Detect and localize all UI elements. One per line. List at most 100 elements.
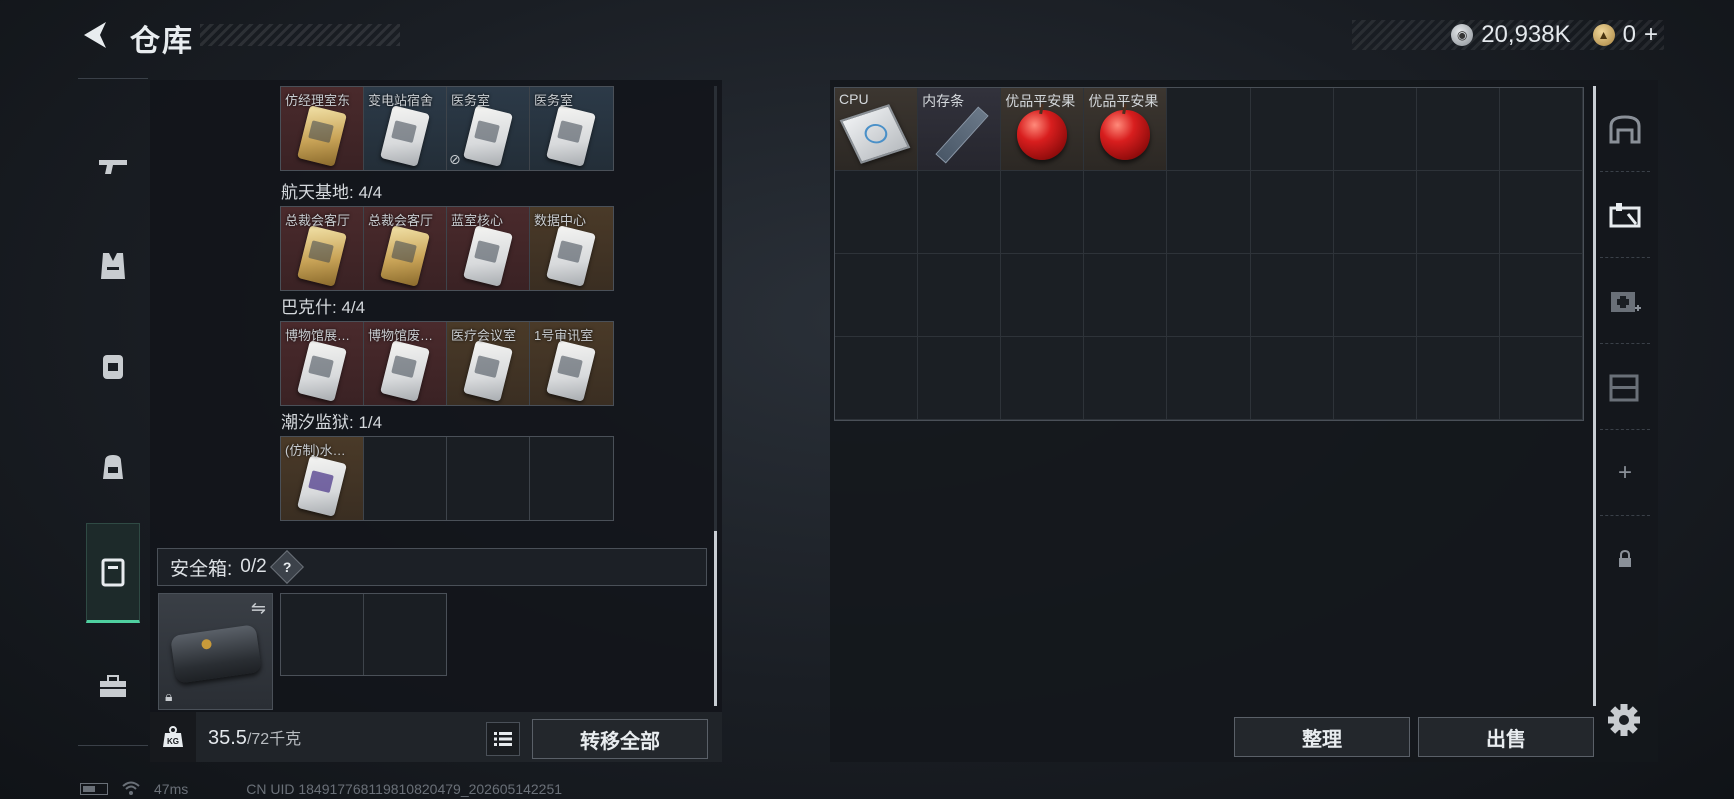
weapon-icon: [99, 160, 127, 174]
ping-value: 47ms: [154, 781, 189, 797]
empty-key-slot[interactable]: [530, 437, 613, 520]
stash-item-apple[interactable]: 优品平安果: [1001, 88, 1085, 171]
stash-scrollbar[interactable]: [1593, 86, 1596, 706]
equipment-scrollbar[interactable]: [714, 86, 717, 706]
empty-stash-cell[interactable]: [1250, 88, 1334, 171]
key-card-slot[interactable]: 医务室: [530, 87, 613, 170]
empty-stash-cell[interactable]: [1333, 254, 1417, 337]
empty-stash-cell[interactable]: [1250, 254, 1334, 337]
safe-box-cell[interactable]: [281, 594, 364, 675]
key-card-slot[interactable]: 仿经理室东: [281, 87, 364, 170]
empty-stash-cell[interactable]: [1499, 337, 1583, 420]
stash-tab-workbench[interactable]: [1600, 172, 1650, 258]
key-card-slot[interactable]: (仿制)水…: [281, 437, 364, 520]
nav-safe-box[interactable]: [86, 523, 140, 623]
empty-stash-cell[interactable]: [1416, 171, 1500, 254]
key-card-slot[interactable]: 总裁会客厅: [364, 207, 447, 290]
stash-item-cpu[interactable]: CPU: [835, 88, 919, 171]
key-card-slot[interactable]: 博物馆废…: [364, 322, 447, 405]
key-card-name: 1号审讯室: [534, 328, 594, 343]
empty-stash-cell[interactable]: [1499, 254, 1583, 337]
sell-button[interactable]: 出售: [1418, 717, 1594, 757]
stash-tab-add[interactable]: +: [1600, 430, 1650, 516]
key-card-slot[interactable]: 总裁会客厅: [281, 207, 364, 290]
empty-stash-cell[interactable]: [1333, 337, 1417, 420]
stash-item-ram[interactable]: 内存条: [918, 88, 1002, 171]
list-view-button[interactable]: [486, 722, 520, 756]
storage-shelf-icon: [1609, 374, 1639, 401]
help-button[interactable]: ?: [269, 550, 304, 584]
empty-stash-cell[interactable]: [1001, 254, 1085, 337]
safe-box-slot[interactable]: ⇋ 🔒︎: [158, 593, 273, 710]
key-card-row: 总裁会客厅 总裁会客厅 蓝室核心 数据中心: [280, 206, 614, 291]
silver-currency-value: 20,938K: [1481, 21, 1571, 48]
key-card-row: 博物馆展… 博物馆废… 医疗会议室 1号审讯室: [280, 321, 614, 406]
key-card-slot[interactable]: 蓝室核心: [447, 207, 530, 290]
key-card-icon: [546, 105, 596, 167]
empty-stash-cell[interactable]: [1416, 337, 1500, 420]
empty-stash-cell[interactable]: [1416, 88, 1500, 171]
stash-tab-nav: +: [1600, 86, 1650, 626]
empty-stash-cell[interactable]: [1001, 171, 1085, 254]
armor-vest-icon: [101, 253, 125, 279]
key-card-icon: [297, 455, 347, 517]
empty-stash-cell[interactable]: [918, 171, 1002, 254]
empty-stash-cell[interactable]: [1499, 171, 1583, 254]
workbench-icon: [1609, 202, 1641, 227]
empty-stash-cell[interactable]: [1167, 254, 1251, 337]
stash-tab-main[interactable]: [1600, 86, 1650, 172]
stash-tab-storage[interactable]: [1600, 344, 1650, 430]
empty-stash-cell[interactable]: [1084, 171, 1168, 254]
nav-chest-rig[interactable]: [86, 317, 140, 415]
settings-button[interactable]: [1606, 702, 1642, 738]
swap-icon[interactable]: ⇋: [251, 598, 266, 619]
empty-stash-cell[interactable]: [918, 254, 1002, 337]
empty-stash-cell[interactable]: [1250, 337, 1334, 420]
empty-key-slot[interactable]: [364, 437, 447, 520]
key-card-slot[interactable]: 1号审讯室: [530, 322, 613, 405]
key-card-slot[interactable]: 医务室 ⊘: [447, 87, 530, 170]
key-card-name: 总裁会客厅: [368, 213, 434, 228]
safe-box-header: 安全箱: 0/2 ?: [157, 548, 707, 586]
nav-backpack[interactable]: [86, 417, 140, 515]
empty-stash-cell[interactable]: [835, 337, 919, 420]
key-group-label: 巴克什: 4/4: [281, 298, 366, 317]
stash-tab-medic[interactable]: [1600, 258, 1650, 344]
key-card-icon: [463, 225, 513, 287]
nav-toolbox[interactable]: [86, 637, 140, 735]
key-card-slot[interactable]: 变电站宿舍: [364, 87, 447, 170]
nav-weapon[interactable]: [86, 117, 140, 215]
empty-stash-cell[interactable]: [1333, 88, 1417, 171]
apple-icon: [1017, 110, 1068, 160]
key-card-icon: [546, 225, 596, 287]
empty-stash-cell[interactable]: [1167, 337, 1251, 420]
add-currency-button[interactable]: +: [1644, 21, 1658, 49]
safe-box-cell[interactable]: [363, 594, 446, 675]
empty-stash-cell[interactable]: [835, 254, 919, 337]
empty-stash-cell[interactable]: [835, 171, 919, 254]
sort-button[interactable]: 整理: [1234, 717, 1410, 757]
empty-stash-cell[interactable]: [918, 337, 1002, 420]
back-button[interactable]: [78, 18, 112, 52]
empty-stash-cell[interactable]: [1416, 254, 1500, 337]
empty-key-slot[interactable]: [447, 437, 530, 520]
toolbox-icon: [100, 675, 126, 697]
empty-stash-cell[interactable]: [1084, 337, 1168, 420]
empty-stash-cell[interactable]: [1167, 88, 1251, 171]
silver-coin-icon: ◉: [1451, 24, 1474, 46]
status-bar: 47ms CN UID 18491776811981082047​9_20260…: [80, 780, 562, 798]
empty-stash-cell[interactable]: [1499, 88, 1583, 171]
transfer-all-button[interactable]: 转移全部: [532, 719, 708, 759]
empty-stash-cell[interactable]: [1001, 337, 1085, 420]
key-card-slot[interactable]: 博物馆展…: [281, 322, 364, 405]
empty-stash-cell[interactable]: [1250, 171, 1334, 254]
stash-item-apple[interactable]: 优品平安果: [1084, 88, 1168, 171]
empty-stash-cell[interactable]: [1084, 254, 1168, 337]
key-card-slot[interactable]: 医疗会议室: [447, 322, 530, 405]
empty-stash-cell[interactable]: [1167, 171, 1251, 254]
empty-stash-cell[interactable]: [1333, 171, 1417, 254]
nav-armor[interactable]: [86, 217, 140, 315]
key-card-slot[interactable]: 数据中心: [530, 207, 613, 290]
stash-tab-locked[interactable]: [1600, 516, 1650, 602]
medic-add-icon: [1611, 291, 1641, 312]
